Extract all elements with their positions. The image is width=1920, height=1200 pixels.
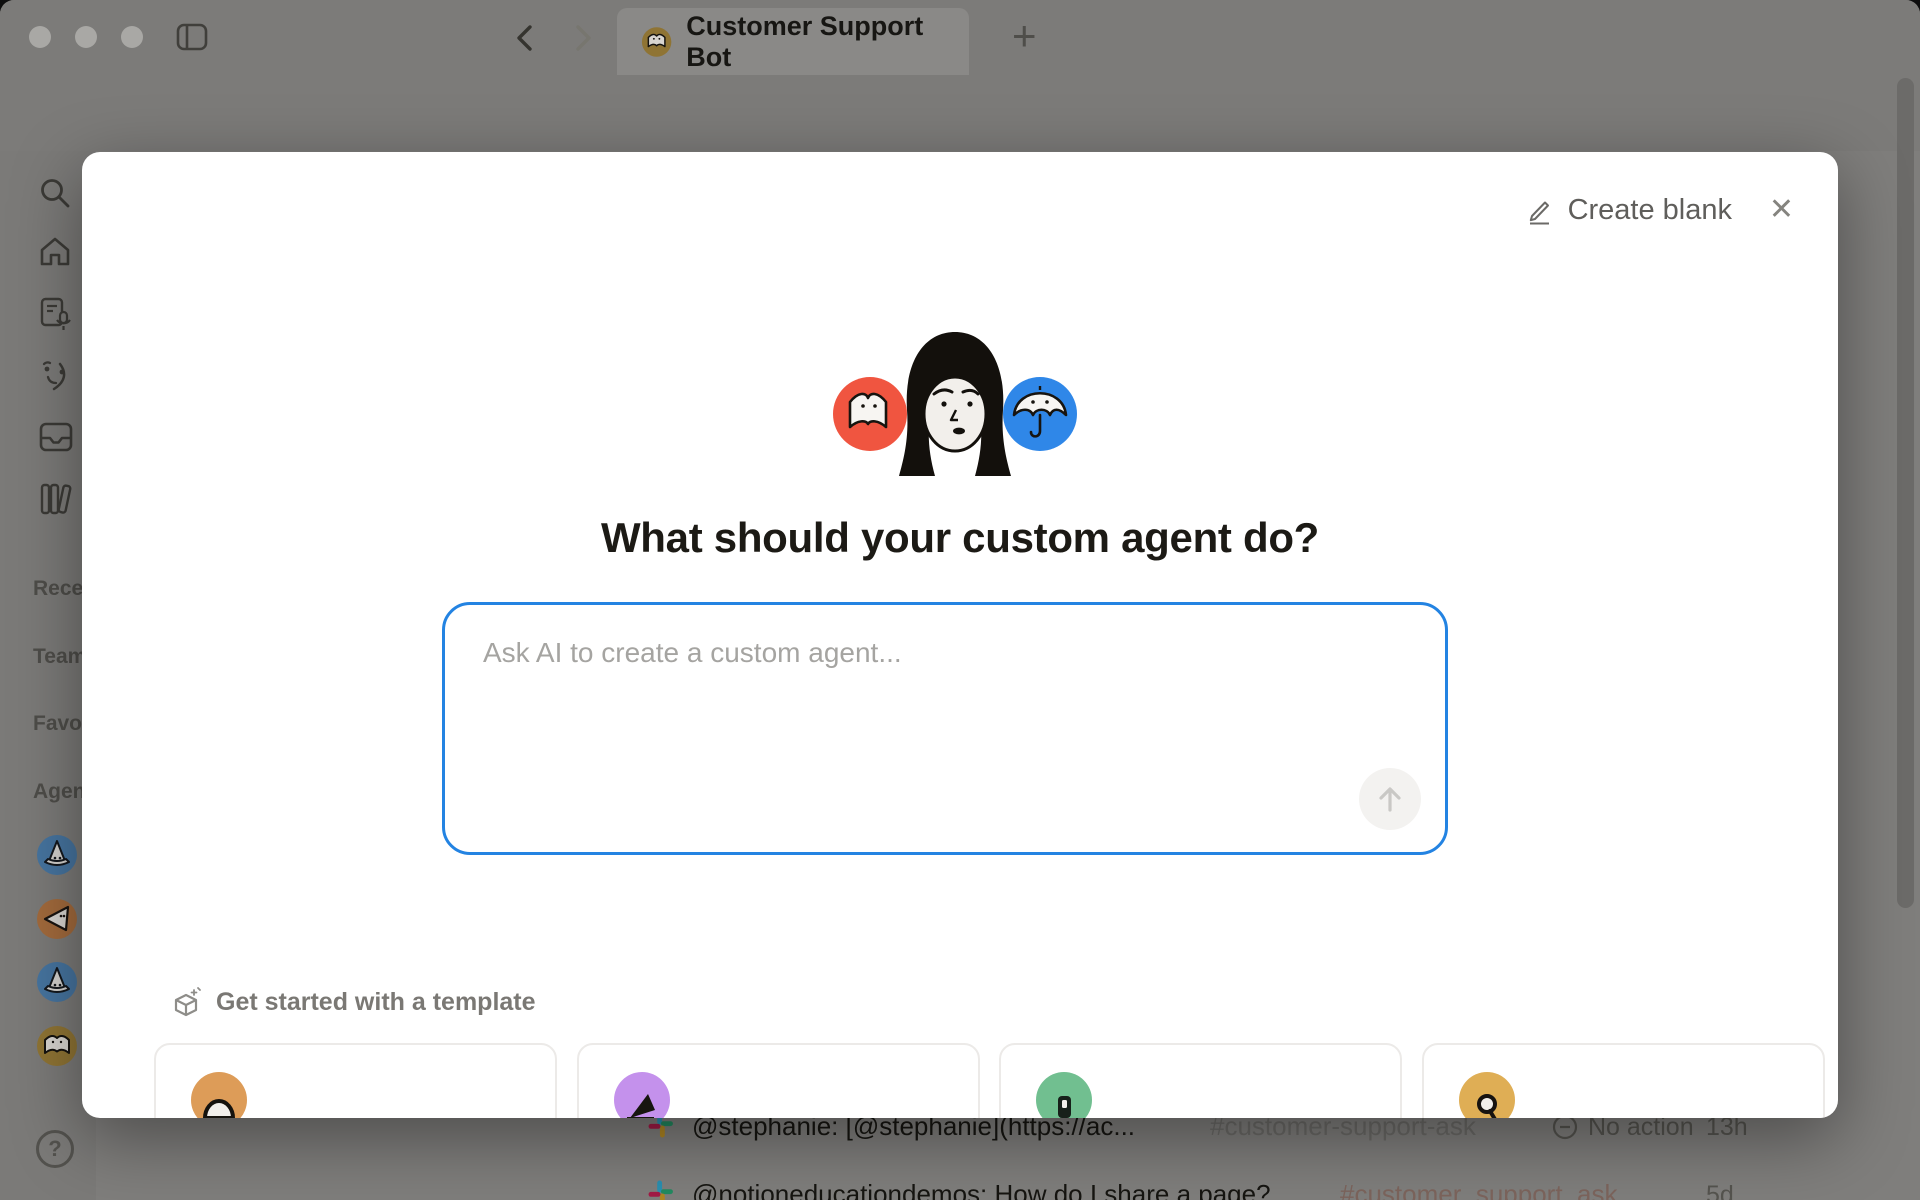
nav-back-icon[interactable] [512,23,538,53]
tab-customer-support-bot[interactable]: Customer Support Bot [617,8,969,75]
pencil-icon [1526,196,1554,226]
row-time: 5d [1706,1181,1734,1200]
agent-avatar-wizard-blue[interactable] [36,834,78,876]
agent-avatar-plane-orange[interactable] [36,898,78,940]
library-books-icon[interactable] [38,482,76,516]
template-avatar-orange [191,1072,247,1118]
template-avatar-purple [614,1072,670,1118]
arrow-up-icon [1373,782,1407,816]
scrollbar-thumb[interactable] [1897,78,1914,908]
template-card[interactable] [999,1043,1402,1118]
create-blank-label: Create blank [1568,194,1732,227]
agent-prompt-input[interactable] [445,605,1445,852]
traffic-minimize-button[interactable] [75,26,97,48]
slack-icon [648,1180,674,1200]
sidebar-toggle-icon[interactable] [176,23,208,51]
agent-avatar-book-gold[interactable] [36,1025,78,1067]
template-avatar-yellow [1459,1072,1515,1118]
notion-ai-face-icon[interactable] [38,360,74,394]
row-message: @notioneducationdemos: How do I share a … [692,1179,1271,1200]
create-agent-modal: Create blank ✕ What should your custom a… [82,152,1838,1118]
template-avatar-green [1036,1072,1092,1118]
notion-window: Customer Support Bot + ACME Acme Labs Cu… [0,0,1920,1200]
db-row[interactable]: @notioneducationdemos: How do I share a … [0,1176,1920,1200]
titlebar: Customer Support Bot + [0,0,1920,75]
create-blank-button[interactable]: Create blank [1526,194,1732,227]
template-section-header: Get started with a template [170,986,536,1018]
book-icon [641,26,672,58]
template-card[interactable] [577,1043,980,1118]
traffic-zoom-button[interactable] [121,26,143,48]
nav-forward-icon[interactable] [570,23,596,53]
agent-prompt-box [442,602,1448,855]
meeting-notes-icon[interactable] [38,296,74,332]
send-button[interactable] [1359,768,1421,830]
search-icon[interactable] [38,176,72,210]
template-box-icon [170,986,202,1018]
close-icon[interactable]: ✕ [1769,192,1794,227]
template-card[interactable] [154,1043,557,1118]
new-tab-button[interactable]: + [1012,12,1037,60]
row-tag: #customer_support_ask [1340,1179,1617,1200]
template-card[interactable] [1422,1043,1825,1118]
traffic-close-button[interactable] [29,26,51,48]
agent-avatar-wizard-blue-2[interactable] [36,961,78,1003]
inbox-icon[interactable] [38,421,74,453]
template-section-label: Get started with a template [216,988,536,1017]
home-icon[interactable] [38,236,72,268]
agent-illustration [830,318,1080,490]
screen: Customer Support Bot + ACME Acme Labs Cu… [0,0,1920,1200]
header: ACME Acme Labs Customer Support Bot Beta… [0,75,1920,151]
modal-heading: What should your custom agent do? [82,514,1838,562]
tab-title: Customer Support Bot [686,11,969,73]
